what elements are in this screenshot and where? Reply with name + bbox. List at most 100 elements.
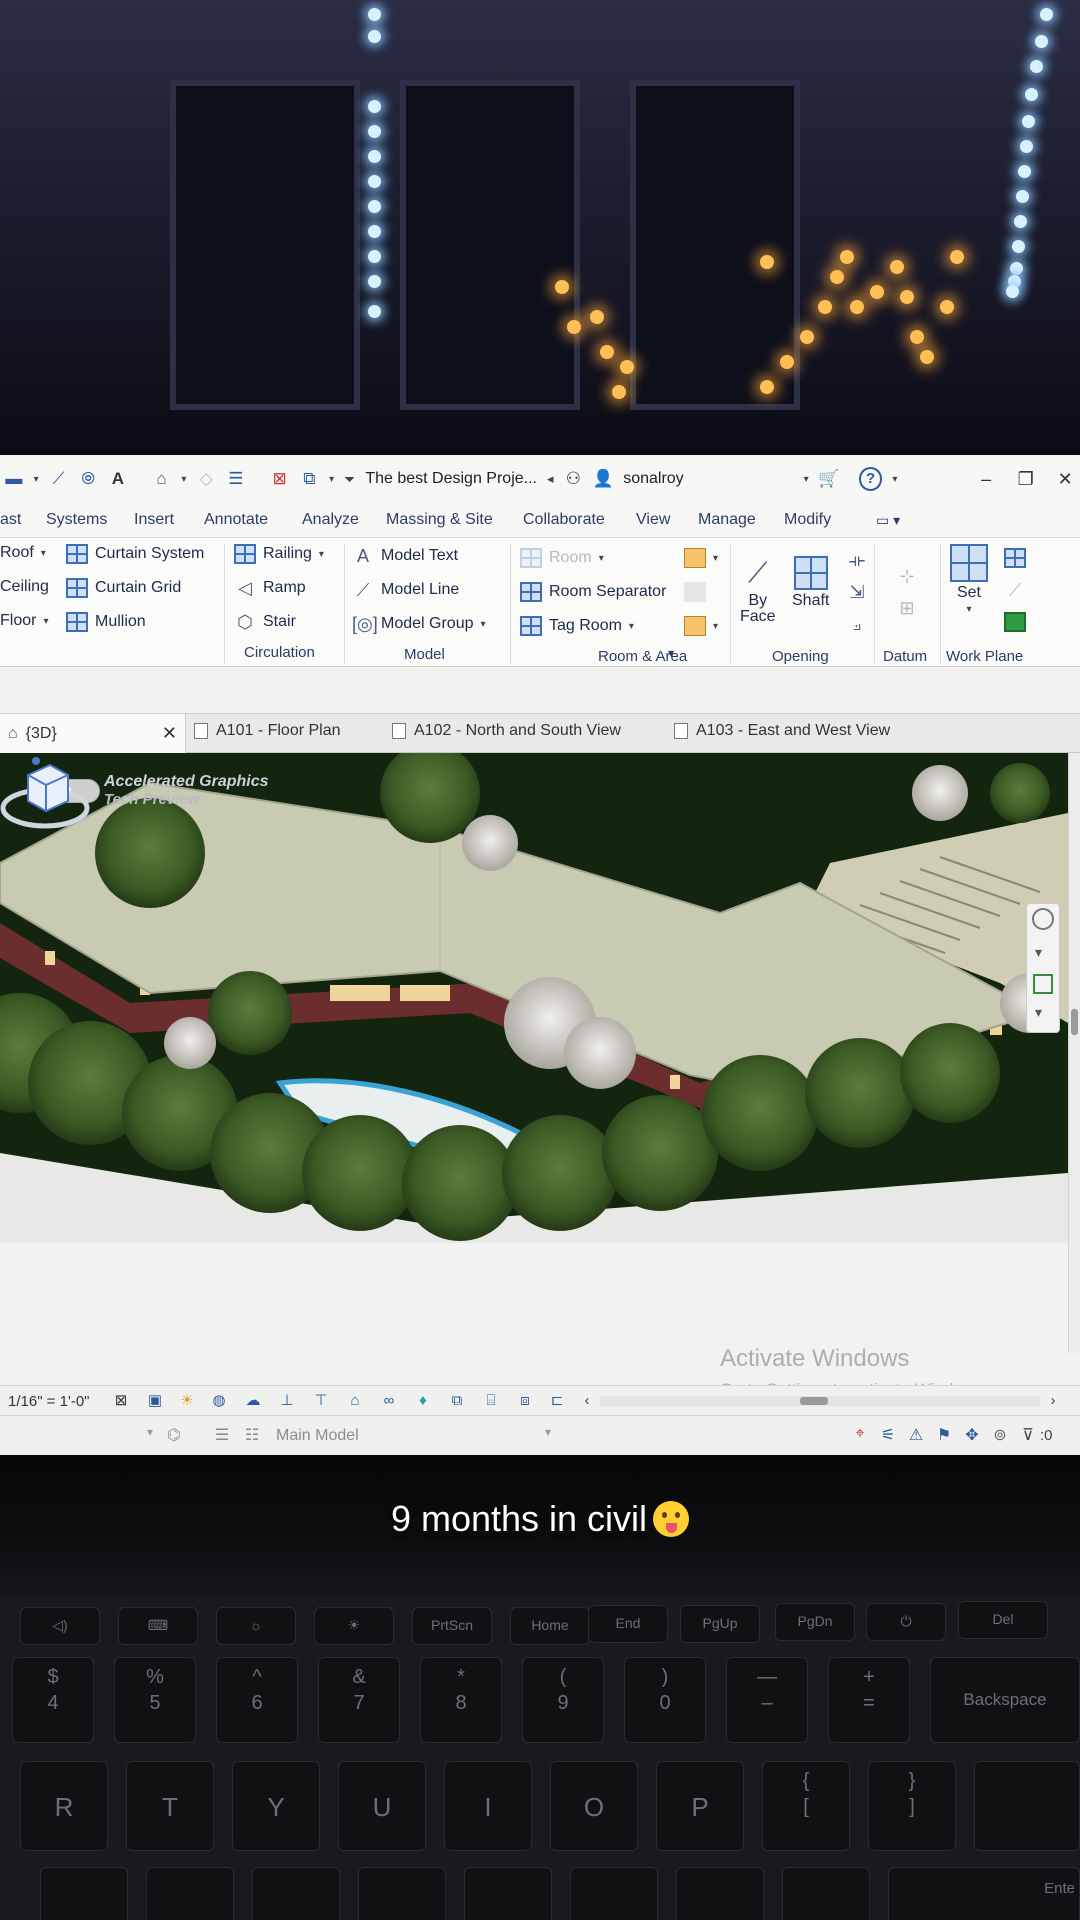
key-l[interactable] (570, 1867, 658, 1920)
key-pgup[interactable]: PgUp (680, 1605, 760, 1643)
close-icon[interactable]: ✕ (162, 723, 177, 744)
chevron-down-icon[interactable]: ▾ (140, 1425, 160, 1445)
crop-view-icon[interactable]: ⊥ (278, 1392, 296, 1410)
mullion-button[interactable]: Mullion (66, 612, 146, 632)
key-o[interactable]: O (550, 1761, 638, 1851)
tab-3d-view[interactable]: ⌂ {3D} ✕ (0, 714, 186, 753)
temporary-hide-icon[interactable]: ∞ (380, 1392, 398, 1410)
steering-wheel-icon[interactable] (1032, 908, 1054, 930)
area-button[interactable]: ▾ (684, 548, 718, 568)
scrollbar-thumb[interactable] (1071, 1009, 1078, 1035)
line-icon[interactable]: ⟋ (49, 469, 69, 489)
room-button[interactable]: Room ▾ (520, 548, 604, 568)
model-group-button[interactable]: [◎] Model Group ▾ (352, 614, 486, 634)
datum-panel-label[interactable]: Datum (883, 648, 927, 665)
highlight-displacement-icon[interactable]: ⧈ (516, 1392, 534, 1410)
chevron-down-icon[interactable]: ▾ (538, 1425, 558, 1445)
key-g[interactable] (146, 1867, 234, 1920)
key-semicolon[interactable] (676, 1867, 764, 1920)
circulation-panel-label[interactable]: Circulation (244, 644, 315, 661)
key-end[interactable]: End (588, 1605, 668, 1643)
key-k[interactable] (464, 1867, 552, 1920)
key-left-bracket[interactable]: {[ (762, 1761, 850, 1851)
select-underlay-icon[interactable]: ⚟ (878, 1425, 898, 1445)
analytical-model-icon[interactable]: ⌸ (482, 1392, 500, 1410)
model-panel-label[interactable]: Model (404, 646, 445, 663)
rendering-icon[interactable]: ☁ (244, 1392, 262, 1410)
key-t[interactable]: T (126, 1761, 214, 1851)
key-quote[interactable] (782, 1867, 870, 1920)
key-f6[interactable]: ☼ (216, 1607, 296, 1645)
key-backspace[interactable]: Backspace (930, 1657, 1080, 1743)
key-enter[interactable]: Ente (888, 1867, 1080, 1920)
shaft-button[interactable]: Shaft (792, 556, 829, 610)
key-home[interactable]: Home (510, 1607, 590, 1645)
tab-floor-plan[interactable]: A101 - Floor Plan (194, 722, 341, 740)
sun-path-icon[interactable]: ☀ (178, 1392, 196, 1410)
scrollbar-thumb[interactable] (800, 1397, 828, 1405)
chevron-down-icon[interactable]: ▾ (668, 646, 674, 660)
viewcube[interactable] (0, 753, 90, 833)
measure-icon[interactable]: ▬ (4, 469, 24, 489)
model-line-button[interactable]: ⟋ Model Line (352, 580, 460, 600)
railing-button[interactable]: Railing ▾ (234, 544, 324, 564)
work-plane-panel-label[interactable]: Work Plane (946, 648, 1023, 665)
shadows-icon[interactable]: ◍ (210, 1392, 228, 1410)
help-icon[interactable]: ? (858, 467, 883, 491)
tab-architecture[interactable]: ast (0, 511, 21, 529)
dormer-button[interactable]: ⟓ (846, 614, 868, 634)
by-face-button[interactable]: ⟋ By Face (740, 556, 776, 626)
restore-button[interactable]: ❐ (1011, 469, 1041, 490)
drag-elements-icon[interactable]: ✥ (962, 1425, 982, 1445)
chevron-down-icon[interactable]: ▾ (34, 474, 39, 485)
key-j[interactable] (358, 1867, 446, 1920)
switch-windows-icon[interactable]: ⧉ (299, 469, 319, 489)
tag-area-button[interactable]: ▾ (684, 616, 718, 636)
key-4[interactable]: $4 (12, 1657, 94, 1743)
key-6[interactable]: ^ 6 (216, 1657, 298, 1743)
viewer-button[interactable] (1004, 612, 1026, 632)
panel-toggle-icon[interactable]: ▭ ▾ (876, 512, 900, 529)
roof-button[interactable]: Roof ▾ (0, 544, 46, 562)
chevron-down-icon[interactable]: ▾ (181, 474, 186, 485)
key-0[interactable]: ) 0 (624, 1657, 706, 1743)
key-f[interactable] (40, 1867, 128, 1920)
key-right-bracket[interactable]: }] (868, 1761, 956, 1851)
tab-insert[interactable]: Insert (134, 511, 174, 529)
chevron-down-icon[interactable]: ▾ (329, 474, 334, 485)
tab-annotate[interactable]: Annotate (204, 511, 268, 529)
key-f7[interactable]: ☀ (314, 1607, 394, 1645)
area-boundary-button[interactable] (684, 582, 706, 602)
thin-lines-icon[interactable]: ☰ (226, 469, 246, 489)
grid-button[interactable]: ⊞ (896, 598, 918, 618)
main-model-selector[interactable]: Main Model (276, 1427, 359, 1445)
ref-plane-button[interactable]: ⟋ (1004, 580, 1026, 600)
key-backslash[interactable] (974, 1761, 1080, 1851)
tab-modify[interactable]: Modify (784, 511, 831, 529)
chevron-down-icon[interactable]: ▾ (1035, 944, 1042, 961)
user-icon[interactable]: 👤 (593, 469, 614, 489)
navigation-bar[interactable]: ▾ ▾ (1026, 903, 1060, 1033)
key-p[interactable]: P (656, 1761, 744, 1851)
stair-button[interactable]: ⬡ Stair (234, 612, 296, 632)
key-i[interactable]: I (444, 1761, 532, 1851)
tab-systems[interactable]: Systems (46, 511, 107, 529)
show-work-plane-button[interactable] (1004, 548, 1026, 568)
filter-icon[interactable]: ⊽ (1018, 1425, 1038, 1445)
text-tool-icon[interactable]: A (108, 469, 128, 489)
wall-opening-button[interactable]: ⟛ (846, 550, 868, 570)
select-by-face-icon[interactable]: ⚑ (934, 1425, 954, 1445)
key-8[interactable]: * 8 (420, 1657, 502, 1743)
worksharing-icon[interactable]: ⧉ (448, 1392, 466, 1410)
key-7[interactable]: & 7 (318, 1657, 400, 1743)
key-u[interactable]: U (338, 1761, 426, 1851)
key-pgdn[interactable]: PgDn (775, 1603, 855, 1641)
chevron-down-icon[interactable]: ▾ (804, 474, 809, 485)
design-options-icon[interactable]: ⌬ (164, 1425, 184, 1445)
detail-level-icon[interactable]: ⊠ (112, 1392, 130, 1410)
ceiling-button[interactable]: Ceiling (0, 578, 49, 596)
reveal-hidden-icon[interactable]: ♦ (414, 1392, 432, 1410)
curtain-grid-button[interactable]: Curtain Grid (66, 578, 181, 598)
minimize-button[interactable]: – (971, 469, 1001, 490)
chevron-down-icon[interactable]: ▾ (1035, 1004, 1042, 1021)
